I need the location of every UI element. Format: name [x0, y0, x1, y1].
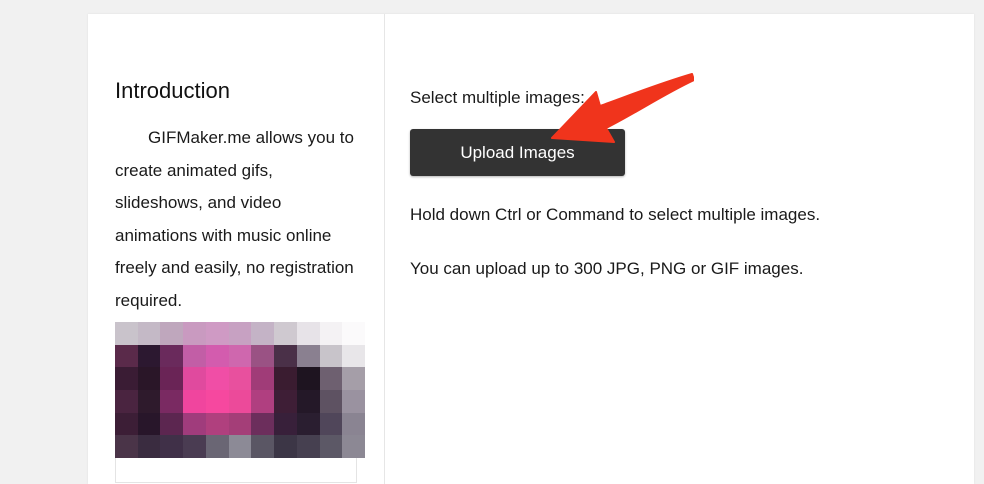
thumbnail-pixel — [160, 344, 184, 368]
thumbnail-image — [115, 322, 365, 458]
thumbnail-pixel — [183, 344, 206, 368]
thumbnail-pixel — [319, 367, 343, 390]
thumbnail-pixel — [274, 412, 297, 436]
thumbnail-pixel — [183, 389, 206, 413]
intro-title: Introduction — [115, 78, 230, 103]
thumbnail-pixel — [115, 322, 138, 345]
thumbnail-pixel — [205, 367, 229, 390]
thumbnail-pixel — [228, 389, 252, 413]
thumbnail-pixel — [160, 435, 184, 458]
thumbnail-pixel — [342, 435, 365, 458]
thumbnail-pixel — [251, 344, 275, 368]
thumbnail-pixel — [115, 412, 138, 436]
thumbnail-pixel — [160, 412, 184, 436]
thumbnail-pixel — [160, 389, 184, 413]
thumbnail-pixel — [251, 412, 275, 436]
thumbnail-pixel — [296, 389, 320, 413]
thumbnail-pixel — [274, 322, 297, 345]
thumbnail-pixel — [228, 435, 252, 458]
thumbnail-pixel — [205, 344, 229, 368]
thumbnail-pixel — [251, 322, 275, 345]
intro-description: GIFMaker.me allows you to create animate… — [115, 128, 354, 310]
thumbnail-pixel — [296, 344, 320, 368]
thumbnail-pixel — [115, 344, 138, 368]
thumbnail-pixel — [137, 322, 161, 345]
thumbnail-pixel — [205, 322, 229, 345]
thumbnail-pixel — [137, 412, 161, 436]
thumbnail-pixel — [228, 412, 252, 436]
thumbnail-caption-box — [115, 458, 357, 483]
thumbnail-pixel — [160, 367, 184, 390]
thumbnail-pixel — [251, 367, 275, 390]
thumbnail-pixel — [205, 412, 229, 436]
thumbnail-pixel — [228, 344, 252, 368]
thumbnail-pixel — [115, 389, 138, 413]
thumbnail-pixel — [137, 367, 161, 390]
thumbnail-pixel — [342, 344, 365, 368]
thumbnail-pixel — [115, 435, 138, 458]
thumbnail-pixel — [296, 322, 320, 345]
upload-limit-hint: You can upload up to 300 JPG, PNG or GIF… — [410, 259, 804, 278]
thumbnail-pixel — [183, 412, 206, 436]
thumbnail-pixel — [137, 435, 161, 458]
thumbnail-pixel — [342, 322, 365, 345]
thumbnail-pixel — [251, 435, 275, 458]
thumbnail-pixel — [137, 389, 161, 413]
thumbnail-pixel — [319, 412, 343, 436]
thumbnail-pixel — [274, 389, 297, 413]
page-container: Introduction GIFMaker.me allows you to c… — [88, 14, 974, 484]
thumbnail-pixel — [274, 435, 297, 458]
thumbnail-pixel — [319, 389, 343, 413]
sidebar: Introduction GIFMaker.me allows you to c… — [88, 14, 385, 484]
thumbnail-pixel — [205, 389, 229, 413]
thumbnail-pixel — [228, 322, 252, 345]
thumbnail-pixel — [115, 367, 138, 390]
thumbnail-pixel — [160, 322, 184, 345]
thumbnail-pixel — [183, 435, 206, 458]
multi-select-hint: Hold down Ctrl or Command to select mult… — [410, 205, 821, 224]
thumbnail-pixel — [274, 367, 297, 390]
thumbnail-pixel — [183, 367, 206, 390]
thumbnail-pixel — [296, 367, 320, 390]
thumbnail-pixel — [319, 344, 343, 368]
thumbnail-pixel — [342, 367, 365, 390]
thumbnail-pixel — [296, 435, 320, 458]
thumbnail-pixel — [319, 435, 343, 458]
thumbnail-pixel — [342, 412, 365, 436]
thumbnail-pixel — [319, 322, 343, 345]
thumbnail-pixel — [342, 389, 365, 413]
thumbnail-pixel — [274, 344, 297, 368]
thumbnail-pixel — [205, 435, 229, 458]
thumbnail-pixel — [228, 367, 252, 390]
thumbnail-pixel — [183, 322, 206, 345]
thumbnail-pixel — [137, 344, 161, 368]
thumbnail-pixel — [296, 412, 320, 436]
thumbnail-pixel — [251, 389, 275, 413]
annotation-arrow-icon — [551, 73, 694, 143]
